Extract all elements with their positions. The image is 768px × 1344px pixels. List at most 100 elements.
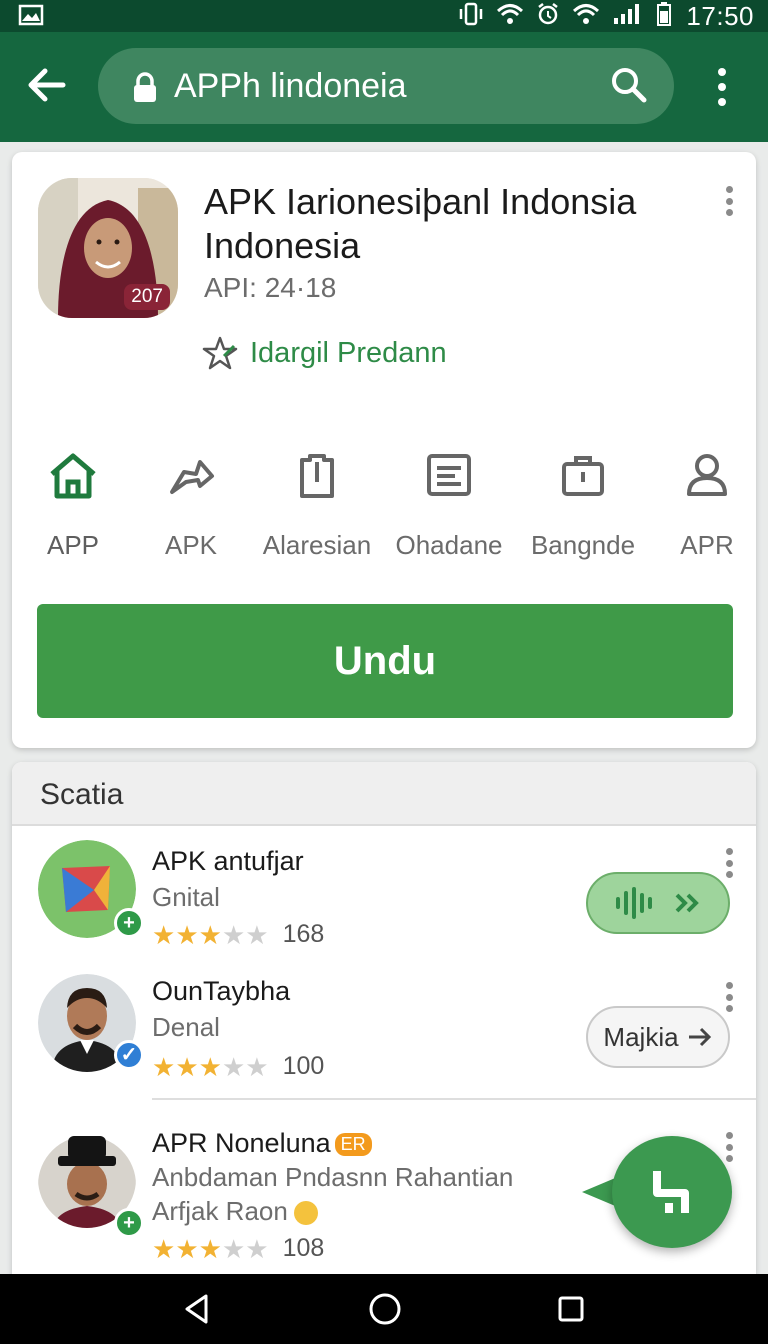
action-label: APR: [680, 530, 734, 560]
open-button[interactable]: Majkia: [586, 1006, 730, 1068]
list-item-name: OunTaybha: [152, 976, 291, 1006]
floating-action-button[interactable]: [612, 1136, 732, 1248]
star-icon: ★: [152, 919, 176, 950]
nav-back-button[interactable]: [172, 1286, 222, 1332]
action-row: APP APK Alaresian Ohadane Bangnde APR: [12, 452, 756, 562]
star-icon: ★: [175, 1051, 199, 1082]
list-item-name: APR Noneluna ER: [152, 1128, 372, 1159]
search-icon[interactable]: [610, 66, 648, 109]
action-label: Bangnde: [530, 530, 636, 560]
list-item[interactable]: + APK antufjar Gnital ★ ★ ★ ★ ★ 168: [12, 840, 756, 960]
action-app[interactable]: APP: [8, 452, 138, 561]
bag-icon: [562, 456, 604, 496]
developer-row[interactable]: Idargil Predann: [202, 336, 447, 370]
action-alaresian[interactable]: Alaresian: [252, 452, 382, 561]
er-tag: ER: [334, 1133, 372, 1157]
rating-count: 108: [282, 1234, 325, 1262]
more-vert-icon[interactable]: [724, 848, 734, 878]
back-button[interactable]: [22, 60, 72, 110]
developer-name: Idargil Predann: [250, 336, 447, 369]
app-icon-badge: 207: [124, 284, 170, 310]
action-bangnde[interactable]: Bangnde: [518, 452, 648, 561]
rating: ★ ★ ★ ★ ★ 168: [152, 920, 324, 949]
nav-home-button[interactable]: [360, 1286, 410, 1332]
star-icon: ★: [221, 919, 246, 950]
more-vert-icon[interactable]: [706, 62, 738, 112]
wifi-icon: [496, 2, 524, 31]
star-icon: ★: [245, 1233, 269, 1264]
add-badge-icon: +: [114, 908, 144, 938]
list-item-subtitle: Denal: [152, 1012, 220, 1042]
list-item-name: APK antufjar: [152, 846, 304, 876]
lock-icon: [132, 72, 158, 109]
more-vert-icon[interactable]: [724, 1132, 734, 1162]
action-label: APP: [46, 530, 100, 560]
star-icon: ★: [245, 919, 269, 950]
action-label: Ohadane: [395, 530, 503, 560]
rating-count: 100: [282, 1052, 325, 1080]
home-icon: [50, 453, 96, 499]
star-icon: ★: [198, 1233, 222, 1264]
share-arrow-icon: [170, 460, 214, 494]
divider: [152, 1098, 756, 1100]
app-title: APK Iarionesiþanl Indonsia Indonesia: [204, 181, 637, 266]
rating: ★ ★ ★ ★ ★ 108: [152, 1234, 324, 1263]
soundwave-icon: [616, 887, 652, 919]
search-field[interactable]: APPh lindoneia: [98, 48, 674, 124]
download-button[interactable]: Undu: [37, 604, 733, 718]
action-ohadane[interactable]: Ohadane: [384, 452, 514, 561]
listen-button[interactable]: [586, 872, 730, 934]
star-icon: ★: [175, 1233, 199, 1264]
app-version: API: 24·18: [204, 272, 337, 303]
star-icon: ★: [175, 919, 199, 950]
action-apk[interactable]: APK: [126, 452, 256, 561]
list-item-subtitle: Gnital: [152, 882, 220, 912]
emoji-icon: [293, 1201, 318, 1226]
back-triangle-icon: [185, 1294, 208, 1324]
star-icon: ★: [152, 1233, 176, 1264]
route-icon: [653, 1171, 689, 1213]
list-icon: [427, 454, 471, 496]
vibrate-icon: [458, 2, 484, 31]
more-vert-icon[interactable]: [724, 982, 734, 1012]
list-item-subtitle: Anbdaman Pndasnn Rahantian: [152, 1162, 514, 1192]
navigation-bar: [0, 1274, 768, 1344]
status-bar: 17:50: [0, 0, 768, 32]
recents-square-icon: [558, 1296, 584, 1322]
double-chevron-icon: [675, 893, 699, 913]
rating-count: 168: [282, 920, 325, 948]
add-badge-icon: +: [114, 1208, 144, 1238]
app-icon[interactable]: 207: [38, 178, 178, 318]
more-vert-icon[interactable]: [724, 186, 734, 216]
list-item-subtitle-2: Arfjak Raon: [152, 1196, 318, 1227]
search-query: APPh lindoneia: [174, 67, 407, 105]
action-label: Alaresian: [262, 530, 372, 560]
editor-choice-icon: [202, 336, 238, 370]
star-icon: ★: [221, 1051, 246, 1082]
star-icon: ★: [198, 919, 222, 950]
document-icon: [300, 454, 334, 498]
star-icon: ★: [245, 1051, 269, 1082]
battery-icon: [654, 1, 674, 32]
open-button-label: Majkia: [603, 1021, 679, 1052]
app-bar: APPh lindoneia: [0, 32, 768, 142]
image-icon: [18, 4, 44, 31]
home-circle-icon: [369, 1293, 401, 1325]
action-apr[interactable]: APR: [642, 452, 768, 561]
app-details-card: 207 APK Iarionesiþanl Indonsia Indonesia…: [12, 152, 756, 748]
related-apps-card: Scatia + APK antufjar Gnital ★ ★ ★ ★ ★ 168 ✓…: [12, 762, 756, 1344]
alarm-icon: [536, 2, 560, 31]
verified-badge-icon: ✓: [114, 1040, 144, 1070]
person-icon: [687, 454, 727, 496]
status-time: 17:50: [686, 0, 754, 31]
star-icon: ★: [221, 1233, 246, 1264]
star-icon: ★: [198, 1051, 222, 1082]
list-item[interactable]: ✓ OunTaybha Denal ★ ★ ★ ★ ★ 100 Majkia: [12, 974, 756, 1094]
nav-recents-button[interactable]: [546, 1286, 596, 1332]
star-icon: ★: [152, 1051, 176, 1082]
action-label: APK: [164, 530, 218, 560]
list-item-subtitle-2-text: Arfjak Raon: [152, 1196, 288, 1226]
back-arrow-icon: [28, 68, 66, 102]
arrow-right-icon: [688, 1027, 711, 1047]
rating: ★ ★ ★ ★ ★ 100: [152, 1052, 324, 1081]
